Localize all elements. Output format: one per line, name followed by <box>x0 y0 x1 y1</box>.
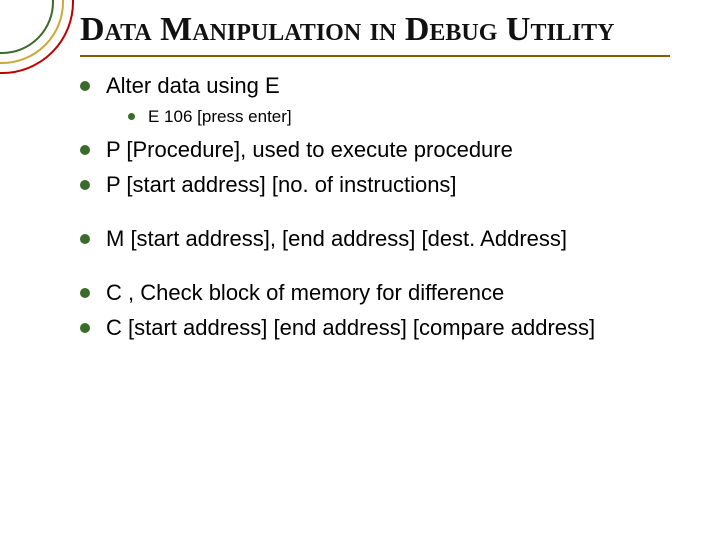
title-underline <box>80 55 670 57</box>
list-item: C , Check block of memory for difference <box>80 278 670 308</box>
slide-title: Data Manipulation in Debug Utility <box>80 10 670 49</box>
slide-content: Data Manipulation in Debug Utility Alter… <box>0 0 720 540</box>
spacer <box>80 260 670 278</box>
bullet-text: Alter data using E <box>106 73 280 98</box>
list-item: E 106 [press enter] <box>128 105 670 129</box>
list-item: Alter data using E E 106 [press enter] <box>80 71 670 128</box>
bullet-text: C [start address] [end address] [compare… <box>106 315 595 340</box>
list-item: P [Procedure], used to execute procedure <box>80 135 670 165</box>
bullet-text: M [start address], [end address] [dest. … <box>106 226 567 251</box>
corner-decoration <box>0 0 80 80</box>
list-item: C [start address] [end address] [compare… <box>80 313 670 343</box>
bullet-text: E 106 [press enter] <box>148 107 292 126</box>
list-item: M [start address], [end address] [dest. … <box>80 224 670 254</box>
bullet-text: P [start address] [no. of instructions] <box>106 172 457 197</box>
bullet-list: Alter data using E E 106 [press enter] P… <box>80 71 670 200</box>
sub-list: E 106 [press enter] <box>128 105 670 129</box>
spacer <box>80 206 670 224</box>
bullet-list: C , Check block of memory for difference… <box>80 278 670 343</box>
bullet-list: M [start address], [end address] [dest. … <box>80 224 670 254</box>
list-item: P [start address] [no. of instructions] <box>80 170 670 200</box>
bullet-text: P [Procedure], used to execute procedure <box>106 137 513 162</box>
bullet-text: C , Check block of memory for difference <box>106 280 504 305</box>
